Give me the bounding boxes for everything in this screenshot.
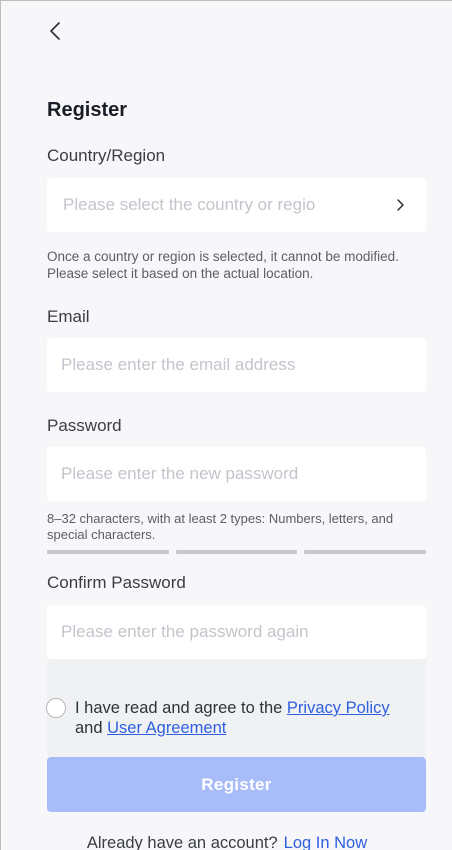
email-field[interactable]	[47, 338, 426, 392]
email-field-wrapper	[47, 338, 426, 392]
register-button[interactable]: Register	[47, 757, 426, 812]
email-label: Email	[47, 307, 90, 326]
back-button[interactable]	[45, 19, 69, 43]
password-field-wrapper	[47, 447, 426, 501]
login-link[interactable]: Log In Now	[284, 834, 367, 850]
user-agreement-link[interactable]: User Agreement	[107, 719, 226, 737]
agreement-text: I have read and agree to the Privacy Pol…	[75, 698, 415, 738]
chevron-right-icon	[397, 199, 404, 211]
country-select[interactable]: Please select the country or regio	[47, 178, 426, 232]
page-title: Register	[47, 99, 128, 121]
agreement-prefix: I have read and agree to the	[75, 699, 287, 717]
chevron-left-icon	[50, 22, 60, 40]
country-hint: Once a country or region is selected, it…	[47, 249, 399, 281]
strength-segment	[304, 550, 427, 554]
login-prompt: Already have an account? Log In Now	[1, 834, 452, 850]
country-placeholder: Please select the country or regio	[63, 195, 316, 214]
agreement-conjunction: and	[75, 719, 108, 737]
confirm-password-field[interactable]	[47, 605, 426, 659]
password-hint: 8–32 characters, with at least 2 types: …	[47, 511, 394, 542]
confirm-password-field-wrapper	[47, 605, 426, 659]
strength-segment	[175, 550, 298, 554]
login-question: Already have an account?	[86, 834, 278, 850]
strength-segment	[47, 550, 169, 554]
confirm-password-label: Confirm Password	[47, 573, 186, 592]
country-label: Country/Region	[47, 146, 166, 165]
privacy-policy-link[interactable]: Privacy Policy	[287, 699, 390, 717]
agreement-checkbox[interactable]	[46, 698, 66, 718]
password-label: Password	[47, 416, 122, 435]
password-strength-meter	[47, 550, 427, 554]
password-field[interactable]	[47, 447, 426, 501]
register-screen: Register Country/Region Please select th…	[0, 0, 452, 850]
